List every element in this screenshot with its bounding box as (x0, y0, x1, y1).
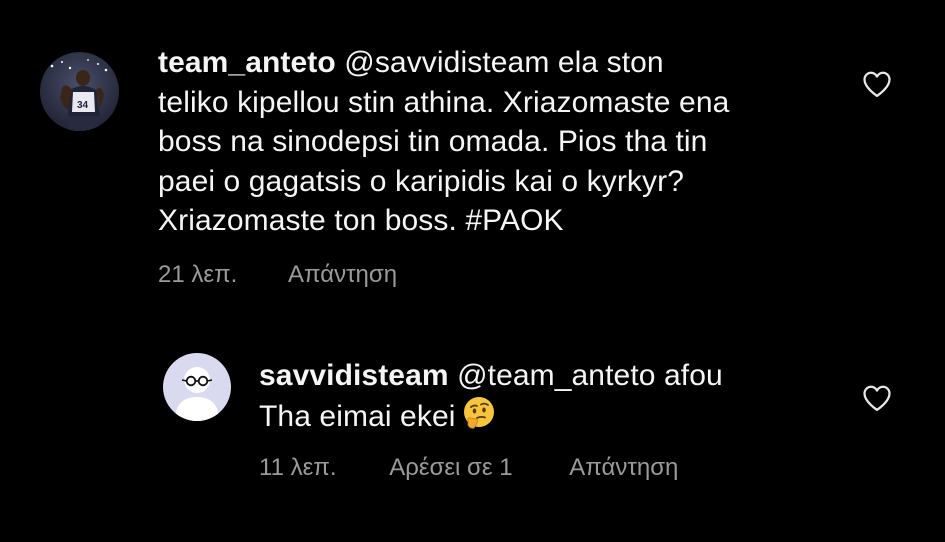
comment-text-line: Tha eimai ekei (259, 399, 456, 433)
avatar[interactable] (163, 353, 231, 421)
comment-text-line: @team_anteto afou (457, 359, 723, 392)
svg-text:34: 34 (77, 100, 89, 111)
username[interactable]: team_anteto (158, 46, 336, 79)
likes-count-link[interactable]: Αρέσει σε 1 (389, 454, 512, 482)
comment-text-line: boss na sinodepsi tin omada. Pios tha ti… (158, 125, 708, 158)
heart-outline-icon (863, 71, 891, 97)
comment-body: team_anteto @savvidisteam ela ston telik… (158, 43, 838, 241)
thinking-face-emoji-icon (462, 396, 496, 441)
timestamp: 11 λεπ. (259, 454, 337, 481)
comment-text-line: Xriazomaste ton boss. #PAOK (158, 204, 564, 237)
comment-text-line: teliko kipellou stin athina. Xriazomaste… (158, 85, 730, 119)
username[interactable]: savvidisteam (259, 359, 449, 392)
avatar[interactable]: 34 (40, 52, 119, 131)
comment-body: savvidisteam @team_anteto afou Tha eimai… (259, 356, 839, 440)
like-button[interactable] (862, 70, 892, 98)
like-button[interactable] (862, 384, 892, 412)
comment-text-line: paei o gagatsis o karipidis kai o kyrkyr… (158, 164, 685, 198)
player-photo-avatar-icon: 34 (40, 52, 119, 131)
comment-meta: 11 λεπ. Αρέσει σε 1 Απάντηση (259, 454, 678, 482)
reply-button[interactable]: Απάντηση (288, 261, 397, 289)
comment-meta: 21 λεπ. Απάντηση (158, 261, 397, 289)
timestamp: 21 λεπ. (158, 261, 238, 288)
heart-outline-icon (863, 385, 891, 411)
reply-button[interactable]: Απάντηση (569, 454, 678, 482)
comment-text-line: @savvidisteam ela ston (344, 46, 664, 79)
default-user-avatar-icon (163, 353, 231, 421)
